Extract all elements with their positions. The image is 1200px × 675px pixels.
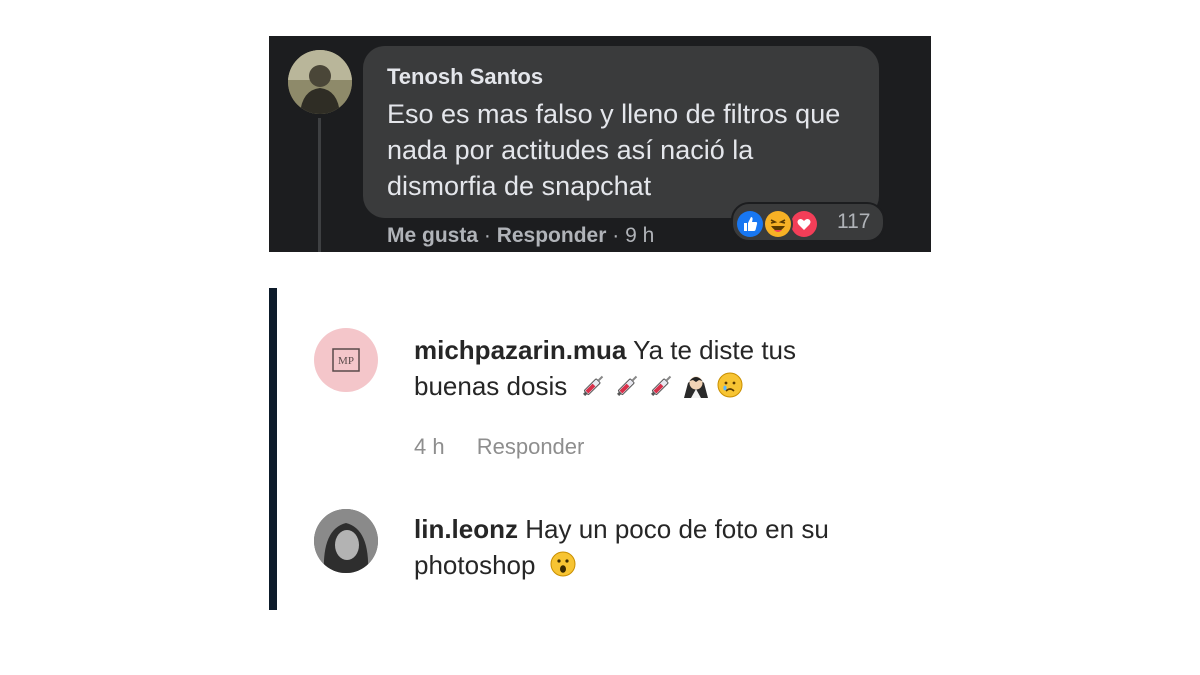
syringe-icon [580,371,608,399]
thread-line [318,118,321,252]
like-link[interactable]: Me gusta [387,224,478,247]
crying-face-icon [716,371,744,399]
reply-link[interactable]: Responder [497,224,607,247]
reaction-count: 117 [837,210,871,233]
instagram-comments-card: MP michpazarin.mua Ya te diste tus buena… [269,288,935,610]
comment-text: Eso es mas falso y lleno de filtros que … [387,99,841,201]
love-icon [789,209,819,239]
avatar[interactable]: MP [314,328,378,392]
comment-author[interactable]: Tenosh Santos [387,64,543,90]
syringe-icon [648,371,676,399]
comment-actions: Me gusta · Responder · 9 h [387,224,654,248]
reactions-summary[interactable]: 117 [731,202,885,242]
card-edge [269,288,277,610]
facebook-comment-card: Tenosh Santos Eso es mas falso y lleno d… [269,36,931,252]
comment-body: lin.leonz Hay un poco de foto en su phot… [414,511,884,583]
like-icon [735,209,765,239]
comment-meta: 4 h Responder [414,434,584,460]
avatar-logo: MP [338,355,354,367]
vampire-icon [682,371,710,399]
comment-time[interactable]: 4 h [414,434,445,459]
comment-username[interactable]: lin.leonz [414,514,518,544]
haha-icon [763,209,793,239]
comment-time[interactable]: 9 h [625,224,654,247]
syringe-icon [614,371,642,399]
reply-link[interactable]: Responder [477,434,585,459]
comment-username[interactable]: michpazarin.mua [414,335,626,365]
surprised-face-icon [549,550,577,578]
comment-body: michpazarin.mua Ya te diste tus buenas d… [414,332,884,404]
separator: · [612,224,620,247]
avatar[interactable] [314,509,378,573]
avatar[interactable] [288,50,352,114]
separator: · [483,224,491,247]
comment-bubble: Tenosh Santos Eso es mas falso y lleno d… [363,46,879,218]
